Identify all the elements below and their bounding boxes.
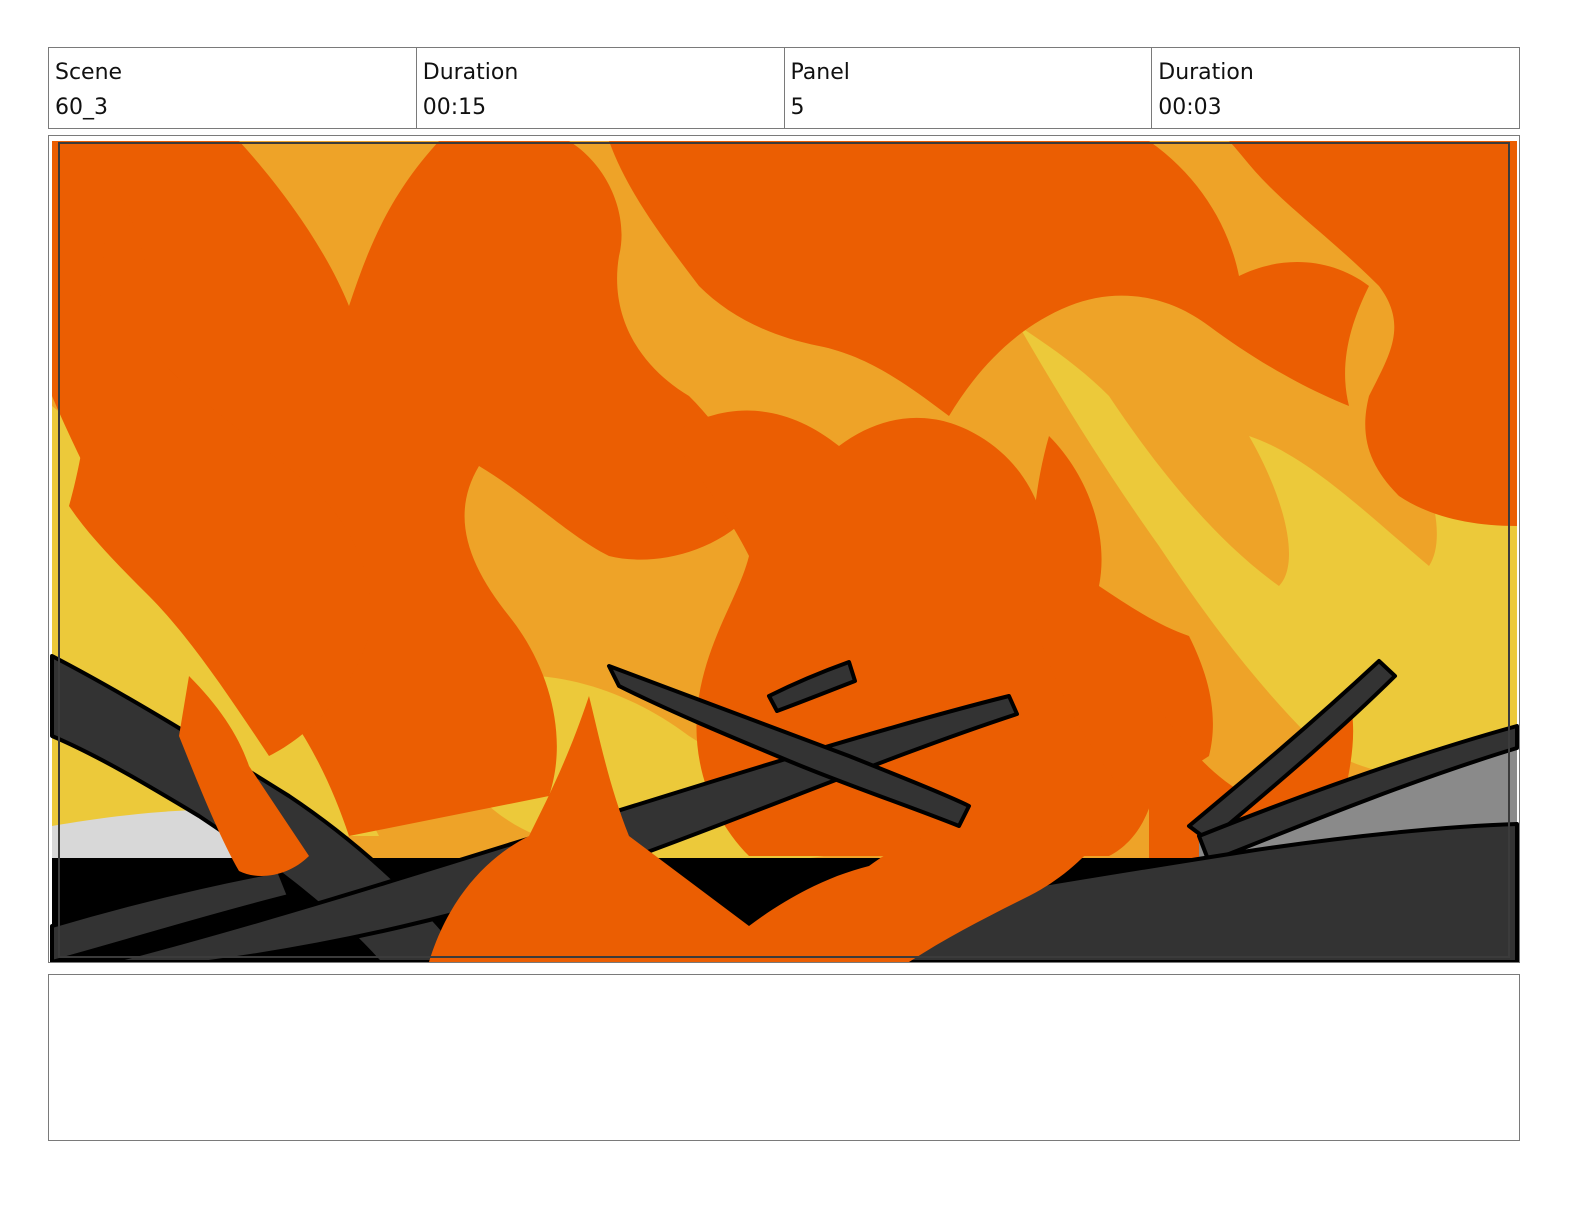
panel-cell: Panel 5: [785, 48, 1153, 128]
panel-duration-label: Duration: [1158, 60, 1254, 85]
scene-info-header: Scene 60_3 Duration 00:15 Panel 5 Durati…: [48, 47, 1520, 129]
panel-duration-value: 00:03: [1158, 95, 1222, 120]
fire-artwork: [50, 141, 1519, 962]
storyboard-panel: [48, 135, 1520, 963]
panel-notes[interactable]: [48, 974, 1520, 1141]
scene-label: Scene: [55, 60, 123, 85]
scene-duration-label: Duration: [422, 60, 519, 85]
panel-duration-cell: Duration 00:03: [1152, 48, 1519, 128]
panel-label: Panel: [790, 60, 850, 85]
scene-duration-value: 00:15: [422, 95, 487, 120]
panel-value: 5: [790, 95, 805, 120]
scene-duration-cell: Duration 00:15: [417, 48, 785, 128]
scene-value: 60_3: [55, 95, 108, 120]
scene-cell: Scene 60_3: [49, 48, 417, 128]
